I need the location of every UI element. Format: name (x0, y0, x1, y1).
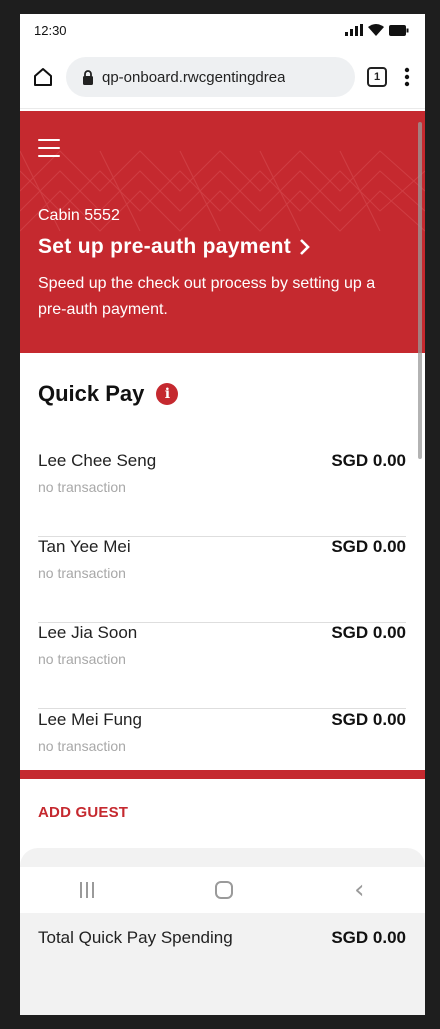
guest-amount: SGD 0.00 (331, 623, 406, 642)
recent-apps-icon[interactable] (80, 882, 95, 898)
status-bar: 12:30 (20, 14, 425, 46)
total-label: Total Quick Pay Spending (38, 928, 233, 947)
status-time: 12:30 (34, 22, 67, 38)
home-button-icon[interactable] (215, 881, 234, 899)
guest-status: no transaction (38, 565, 126, 581)
chevron-right-icon (300, 239, 310, 255)
info-icon[interactable]: i (156, 383, 179, 405)
status-icons (345, 24, 409, 36)
phone-screen: 12:30 qp-onboard.rwcgentingdrea 1 Cabin (20, 14, 425, 1015)
tabs-icon[interactable]: 1 (367, 67, 387, 87)
more-icon[interactable] (399, 66, 415, 88)
guest-status: no transaction (38, 738, 126, 754)
cabin-label: Cabin 5552 (38, 207, 120, 224)
guest-name: Lee Chee Seng (38, 451, 157, 470)
total-amount: SGD 0.00 (331, 928, 406, 947)
guest-status: no transaction (38, 479, 126, 495)
guest-row[interactable]: Lee Jia Soon SGD 0.00 no transaction (38, 623, 406, 709)
guest-amount: SGD 0.00 (331, 451, 406, 470)
menu-icon[interactable] (38, 139, 60, 157)
back-icon[interactable]: ‹ (354, 877, 364, 903)
guest-amount: SGD 0.00 (331, 537, 406, 556)
guest-row[interactable]: Lee Chee Seng SGD 0.00 no transaction (38, 451, 406, 537)
guest-row[interactable]: Tan Yee Mei SGD 0.00 no transaction (38, 537, 406, 623)
guest-name: Lee Jia Soon (38, 623, 138, 642)
preauth-description: Speed up the check out process by settin… (38, 275, 376, 318)
address-bar[interactable]: qp-onboard.rwcgentingdrea (66, 57, 355, 97)
guest-name: Tan Yee Mei (38, 537, 131, 556)
signal-icon (345, 24, 363, 36)
system-nav-bar: ‹ (20, 867, 425, 913)
guest-name: Lee Mei Fung (38, 710, 142, 729)
battery-icon (389, 24, 409, 36)
preauth-banner: Cabin 5552 Set up pre-auth payment Speed… (20, 111, 425, 353)
quick-pay-heading: Quick Pay i (38, 381, 179, 407)
quick-pay-title: Quick Pay (38, 381, 145, 406)
section-divider (20, 770, 425, 779)
guest-row[interactable]: Lee Mei Fung SGD 0.00 no transaction (38, 710, 406, 796)
url-text: qp-onboard.rwcgentingdrea (102, 68, 286, 86)
preauth-title: Set up pre-auth payment (38, 235, 292, 258)
preauth-link[interactable]: Set up pre-auth payment (38, 235, 311, 259)
lock-icon (83, 69, 93, 85)
wifi-icon (368, 24, 384, 36)
browser-toolbar: qp-onboard.rwcgentingdrea 1 (20, 46, 425, 109)
guest-status: no transaction (38, 651, 126, 667)
add-guest-button[interactable]: ADD GUEST (38, 804, 128, 821)
scrollbar[interactable] (418, 122, 422, 459)
home-icon[interactable] (32, 66, 54, 88)
guest-amount: SGD 0.00 (331, 710, 406, 729)
